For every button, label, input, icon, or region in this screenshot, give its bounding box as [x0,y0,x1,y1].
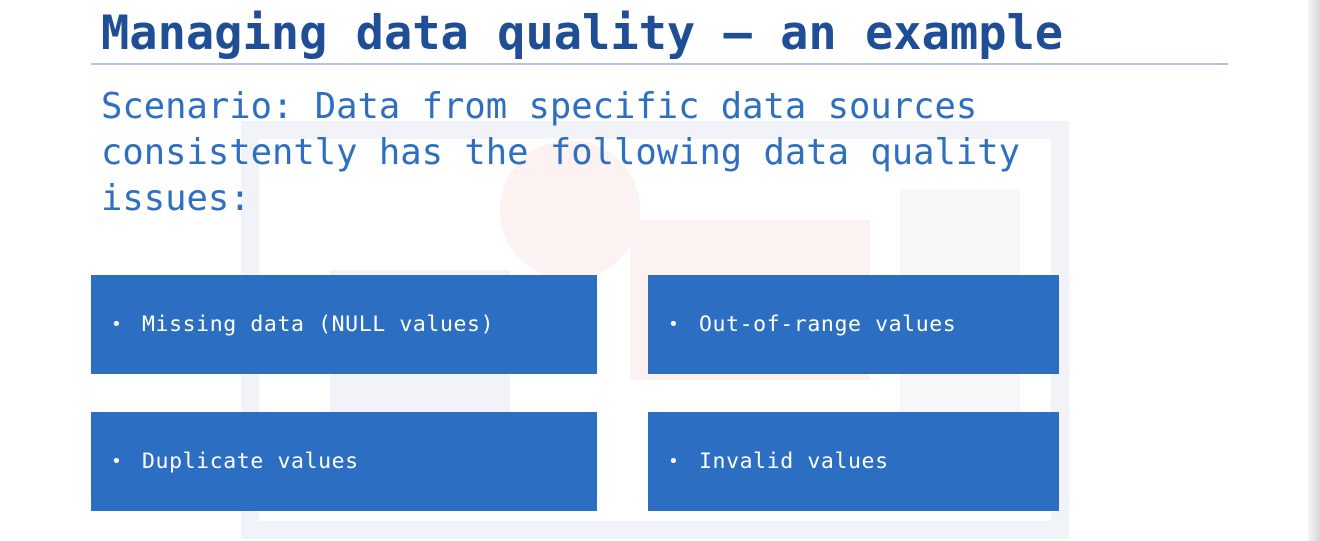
issue-label: Invalid values [699,449,889,474]
window-edge [1308,0,1320,541]
issue-label: Out-of-range values [699,312,957,337]
issue-box-missing-data: • Missing data (NULL values) [91,275,597,374]
slide-title: Managing data quality – an example [101,6,1064,61]
bullet-icon: • [111,314,123,335]
bullet-icon: • [111,451,123,472]
issue-label: Duplicate values [142,449,359,474]
bullet-icon: • [668,451,680,472]
issue-box-out-of-range: • Out-of-range values [648,275,1059,374]
issue-box-duplicate: • Duplicate values [91,412,597,511]
issue-label: Missing data (NULL values) [142,312,495,337]
slide: Managing data quality – an example Scena… [0,0,1320,541]
bullet-icon: • [668,314,680,335]
title-divider [91,63,1228,65]
issue-box-invalid: • Invalid values [648,412,1059,511]
scenario-text: Scenario: Data from specific data source… [101,86,1021,219]
